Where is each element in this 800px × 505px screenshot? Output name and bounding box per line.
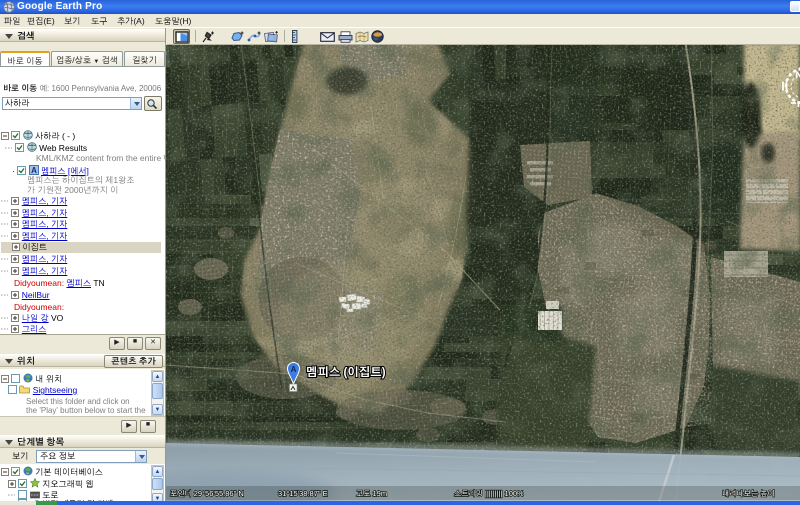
svg-text:내려다보는 높이: 내려다보는 높이 xyxy=(722,489,775,498)
svg-text:고도 19m: 고도 19m xyxy=(356,490,387,498)
svg-text:31°15'38.87" E: 31°15'38.87" E xyxy=(278,490,328,498)
svg-text:스트리밍 ||||||||| 100%: 스트리밍 ||||||||| 100% xyxy=(454,489,524,498)
svg-text:N: N xyxy=(796,71,800,82)
svg-text:포인터 29°56'55.86" N: 포인터 29°56'55.86" N xyxy=(170,490,244,498)
svg-text:A: A xyxy=(291,365,297,374)
svg-text:멤피스 (이집트): 멤피스 (이집트) xyxy=(306,366,386,379)
svg-text:A: A xyxy=(31,166,37,175)
